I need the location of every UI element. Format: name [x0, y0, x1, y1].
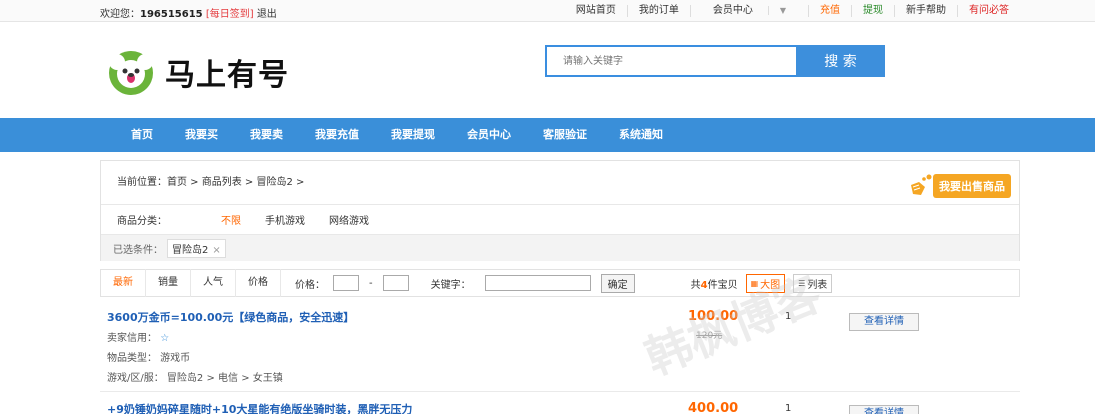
- item-region: 游戏/区/服： 冒险岛2 > 电信 > 女王镇: [107, 373, 283, 384]
- nav-withdraw[interactable]: 我要提现: [375, 118, 451, 152]
- sort-price[interactable]: 价格: [236, 269, 281, 297]
- selected-filters-label: 已选条件：: [113, 244, 163, 256]
- keyword-label: 关键字：: [430, 279, 471, 291]
- chevron-down-icon: ▼: [767, 6, 797, 15]
- nav-sell[interactable]: 我要卖: [234, 118, 299, 152]
- sort-bar: 最新 销量 人气 价格 价格： - 关键字： 确定 共4件宝贝 ▦ 大图 ☰ 列表: [100, 269, 1020, 297]
- seller-credit: 卖家信用： ☆: [107, 329, 169, 344]
- category-row: 商品分类： 不限 手机游戏 网络游戏: [101, 205, 1019, 235]
- top-bar: 欢迎您：196515615 [每日签到] 退出 网站首页 我的订单 会员中心 ▼ …: [0, 0, 1095, 22]
- item-title[interactable]: +9奶锤奶妈碎星随时+10大星能有绝版坐骑时装，黑胖无压力: [107, 401, 412, 414]
- view-grid-button[interactable]: ▦ 大图: [745, 273, 786, 293]
- item-price: 400.00: [688, 401, 739, 414]
- main-nav: 首页 我要买 我要卖 我要充值 我要提现 会员中心 客服验证 系统通知: [0, 118, 1095, 152]
- sort-sales[interactable]: 销量: [146, 269, 191, 297]
- price-min-input[interactable]: [333, 275, 359, 291]
- link-help[interactable]: 新手帮助: [894, 5, 957, 17]
- item-quantity: 1: [785, 403, 792, 414]
- item-quantity: 1: [785, 311, 792, 322]
- site-logo[interactable]: 马上有号: [105, 42, 305, 102]
- nav-notice[interactable]: 系统通知: [603, 118, 679, 152]
- list-item: 3600万金币=100.00元【绿色商品，安全迅速】 卖家信用： ☆ 物品类型：…: [100, 309, 1020, 389]
- price-range-dash: -: [369, 277, 373, 289]
- grid-icon: ▦: [750, 278, 759, 288]
- link-home[interactable]: 网站首页: [565, 5, 627, 17]
- nav-home[interactable]: 首页: [115, 118, 169, 152]
- welcome-area: 欢迎您：196515615 [每日签到] 退出: [100, 5, 277, 20]
- item-title[interactable]: 3600万金币=100.00元【绿色商品，安全迅速】: [107, 309, 354, 325]
- member-center-label: 会员中心: [712, 5, 753, 16]
- sort-popularity[interactable]: 人气: [191, 269, 236, 297]
- top-links: 网站首页 我的订单 会员中心 ▼ 充值 提现 新手帮助 有问必答: [565, 5, 1020, 17]
- link-withdraw[interactable]: 提现: [851, 5, 894, 17]
- nav-member-center[interactable]: 会员中心: [451, 118, 527, 152]
- star-icon: ☆: [160, 333, 170, 344]
- confirm-button[interactable]: 确定: [600, 273, 635, 293]
- list-icon: ☰: [798, 278, 806, 288]
- count-suffix: 件宝贝: [707, 279, 738, 291]
- count-prefix: 共: [690, 279, 701, 291]
- daily-signin-link[interactable]: [每日签到]: [206, 9, 254, 20]
- welcome-label: 欢迎您：: [100, 9, 140, 20]
- close-icon[interactable]: ×: [212, 245, 220, 256]
- logout-link[interactable]: 退出: [257, 9, 277, 20]
- keyword-filter: 关键字： 确定: [430, 273, 635, 293]
- search-bar: 搜 索: [545, 45, 885, 77]
- nav-support-verify[interactable]: 客服验证: [527, 118, 603, 152]
- selected-filters-row: 已选条件： 冒险岛2 ×: [101, 235, 1019, 261]
- sort-newest[interactable]: 最新: [101, 269, 146, 297]
- logo-text: 马上有号: [165, 58, 289, 93]
- koala-logo-icon: [109, 51, 153, 95]
- category-option-mobile[interactable]: 手机游戏: [265, 212, 305, 227]
- view-list-label: 列表: [807, 279, 828, 291]
- search-input[interactable]: [545, 45, 796, 77]
- view-grid-label: 大图: [760, 279, 781, 291]
- result-count: 共4件宝贝: [691, 276, 738, 291]
- view-list-button[interactable]: ☰ 列表: [793, 273, 833, 293]
- sell-item-button[interactable]: 我要出售商品: [907, 173, 1011, 199]
- divider: [100, 391, 1020, 392]
- sell-button-label: 我要出售商品: [933, 174, 1011, 198]
- price-max-input[interactable]: [382, 275, 409, 291]
- nav-buy[interactable]: 我要买: [169, 118, 234, 152]
- list-item: +9奶锤奶妈碎星随时+10大星能有绝版坐骑时装，黑胖无压力 400.00 1 查…: [100, 401, 1020, 414]
- item-price: 100.00: [688, 309, 739, 324]
- category-label: 商品分类：: [117, 216, 167, 227]
- item-old-price: 120元: [696, 331, 723, 341]
- view-detail-button[interactable]: 查看详情: [849, 313, 919, 331]
- username: 196515615: [140, 9, 203, 20]
- seller-credit-label: 卖家信用：: [107, 333, 157, 344]
- item-type: 物品类型： 游戏币: [107, 353, 191, 364]
- search-button[interactable]: 搜 索: [796, 45, 885, 77]
- view-detail-button[interactable]: 查看详情: [849, 405, 919, 414]
- nav-recharge[interactable]: 我要充值: [299, 118, 375, 152]
- breadcrumb: 当前位置：首页 > 商品列表 > 冒险岛2 >: [101, 161, 1019, 205]
- filter-panel: 当前位置：首页 > 商品列表 > 冒险岛2 > 我要出售商品 商品分类： 不限 …: [100, 160, 1020, 261]
- filter-chip: 冒险岛2 ×: [167, 238, 226, 258]
- count-value: 4: [700, 279, 708, 291]
- breadcrumb-text: 当前位置：首页 > 商品列表 > 冒险岛2 >: [117, 177, 305, 188]
- keyword-input[interactable]: [484, 275, 591, 291]
- price-range: 价格： -: [295, 275, 409, 291]
- category-option-online[interactable]: 网络游戏: [329, 212, 369, 227]
- link-member-center[interactable]: 会员中心 ▼: [689, 5, 808, 17]
- category-option-all[interactable]: 不限: [221, 212, 241, 227]
- link-my-orders[interactable]: 我的订单: [626, 5, 690, 17]
- link-qa[interactable]: 有问必答: [957, 5, 1020, 17]
- price-range-label: 价格：: [295, 279, 325, 291]
- filter-chip-label: 冒险岛2: [172, 244, 209, 256]
- hand-pointer-icon: [911, 174, 932, 195]
- link-recharge[interactable]: 充值: [808, 5, 851, 17]
